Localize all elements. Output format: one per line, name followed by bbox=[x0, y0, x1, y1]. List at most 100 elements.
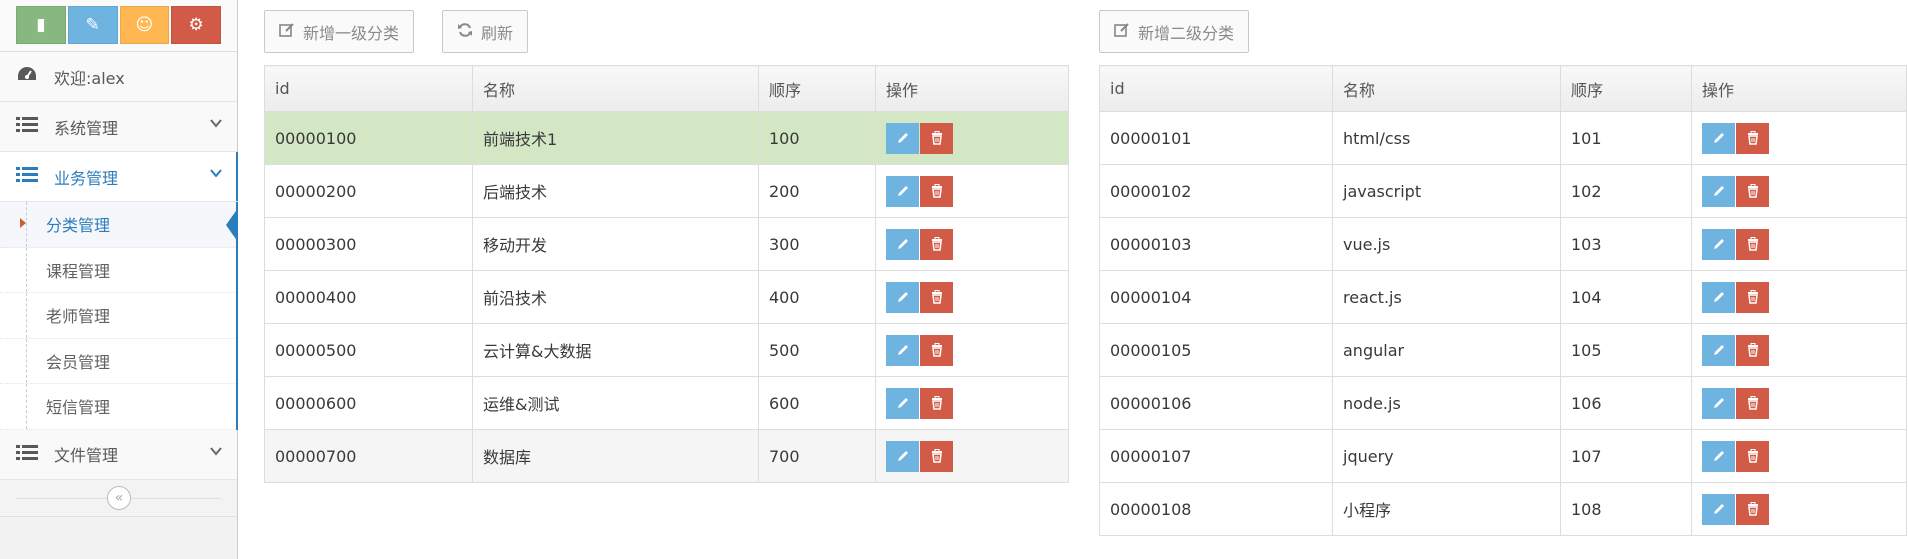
refresh-button[interactable]: 刷新 bbox=[442, 10, 529, 53]
cell-id: 00000105 bbox=[1099, 323, 1333, 377]
sidebar-item-label: 文件管理 bbox=[54, 446, 119, 465]
edit-button[interactable] bbox=[886, 440, 919, 472]
pencil-icon[interactable]: ✎ bbox=[67, 6, 118, 44]
delete-button[interactable] bbox=[920, 175, 953, 207]
delete-button[interactable] bbox=[1736, 440, 1769, 472]
sidebar-item-files[interactable]: 文件管理 bbox=[0, 429, 237, 480]
cell-actions bbox=[1691, 270, 1907, 324]
delete-button[interactable] bbox=[1736, 387, 1769, 419]
delete-button[interactable] bbox=[920, 440, 953, 472]
table-row[interactable]: 00000400 前沿技术 400 bbox=[264, 270, 1069, 324]
table-row[interactable]: 00000106 node.js 106 bbox=[1099, 376, 1907, 430]
submenu-item-sms[interactable]: 短信管理 bbox=[0, 384, 236, 430]
submenu-item-teacher[interactable]: 老师管理 bbox=[0, 293, 236, 339]
table-row[interactable]: 00000102 javascript 102 bbox=[1099, 164, 1907, 218]
table-row[interactable]: 00000108 小程序 108 bbox=[1099, 482, 1907, 536]
cell-order: 200 bbox=[758, 164, 876, 218]
cell-actions bbox=[1691, 482, 1907, 536]
edit-button[interactable] bbox=[1702, 281, 1735, 313]
submenu-item-member[interactable]: 会员管理 bbox=[0, 338, 236, 384]
pencil-icon bbox=[897, 239, 908, 249]
delete-button[interactable] bbox=[1736, 281, 1769, 313]
table-row[interactable]: 00000700 数据库 700 bbox=[264, 429, 1069, 483]
collapse-double-left-icon[interactable]: « bbox=[107, 485, 131, 510]
add-level2-category-button[interactable]: 新增二级分类 bbox=[1099, 10, 1250, 53]
delete-button[interactable] bbox=[920, 228, 953, 260]
edit-button[interactable] bbox=[886, 175, 919, 207]
add-level1-category-button[interactable]: 新增一级分类 bbox=[264, 10, 415, 53]
column-header-id[interactable]: id bbox=[264, 65, 473, 112]
cell-actions bbox=[1691, 111, 1907, 165]
edit-button[interactable] bbox=[1702, 175, 1735, 207]
column-header-order[interactable]: 顺序 bbox=[758, 65, 876, 112]
submenu-item-category[interactable]: 分类管理 bbox=[0, 202, 238, 248]
row-actions bbox=[1702, 175, 1906, 207]
pencil-icon bbox=[1713, 451, 1724, 461]
add-level2-category-label: 新增二级分类 bbox=[1138, 23, 1235, 43]
edit-button[interactable] bbox=[1702, 334, 1735, 366]
row-actions bbox=[1702, 493, 1906, 525]
list-icon bbox=[16, 166, 44, 187]
cell-name: javascript bbox=[1332, 164, 1561, 218]
column-header-id[interactable]: id bbox=[1099, 65, 1333, 112]
delete-button[interactable] bbox=[920, 387, 953, 419]
cell-name: vue.js bbox=[1332, 217, 1561, 271]
cell-name: 云计算&大数据 bbox=[472, 323, 759, 377]
cell-order: 300 bbox=[758, 217, 876, 271]
delete-button[interactable] bbox=[920, 281, 953, 313]
delete-button[interactable] bbox=[920, 122, 953, 154]
column-header-order[interactable]: 顺序 bbox=[1560, 65, 1692, 112]
sidebar-item-system[interactable]: 系统管理 bbox=[0, 102, 237, 152]
cell-name: angular bbox=[1332, 323, 1561, 377]
delete-button[interactable] bbox=[920, 334, 953, 366]
delete-button[interactable] bbox=[1736, 122, 1769, 154]
table-row[interactable]: 00000300 移动开发 300 bbox=[264, 217, 1069, 271]
sidebar-item-business[interactable]: 业务管理 bbox=[0, 152, 238, 202]
table-row[interactable]: 00000104 react.js 104 bbox=[1099, 270, 1907, 324]
table-row[interactable]: 00000107 jquery 107 bbox=[1099, 429, 1907, 483]
pencil-icon bbox=[1713, 504, 1724, 514]
table-row[interactable]: 00000200 后端技术 200 bbox=[264, 164, 1069, 218]
submenu-item-label: 分类管理 bbox=[46, 216, 111, 236]
edit-button[interactable] bbox=[886, 122, 919, 154]
delete-button[interactable] bbox=[1736, 493, 1769, 525]
table-header-row: id 名称 顺序 操作 bbox=[1099, 65, 1907, 112]
delete-button[interactable] bbox=[1736, 228, 1769, 260]
cogs-icon[interactable]: ⚙ bbox=[171, 6, 221, 44]
delete-button[interactable] bbox=[1736, 175, 1769, 207]
signal-icon[interactable]: ▮ bbox=[16, 6, 66, 44]
trash-icon bbox=[1747, 343, 1758, 357]
cell-actions bbox=[1691, 217, 1907, 271]
edit-button[interactable] bbox=[886, 387, 919, 419]
edit-button[interactable] bbox=[1702, 493, 1735, 525]
table-row[interactable]: 00000101 html/css 101 bbox=[1099, 111, 1907, 165]
cell-name: 数据库 bbox=[472, 429, 759, 483]
cell-order: 500 bbox=[758, 323, 876, 377]
edit-button[interactable] bbox=[886, 281, 919, 313]
edit-button[interactable] bbox=[1702, 440, 1735, 472]
sidebar-collapse-bar: « bbox=[0, 479, 237, 517]
table-row[interactable]: 00000500 云计算&大数据 500 bbox=[264, 323, 1069, 377]
edit-button[interactable] bbox=[1702, 122, 1735, 154]
welcome-item[interactable]: 欢迎:alex bbox=[0, 52, 237, 102]
column-header-name[interactable]: 名称 bbox=[472, 65, 759, 112]
chevron-down-icon bbox=[209, 166, 223, 184]
delete-button[interactable] bbox=[1736, 334, 1769, 366]
edit-button[interactable] bbox=[1702, 387, 1735, 419]
column-header-actions: 操作 bbox=[875, 65, 1069, 112]
table-row[interactable]: 00000105 angular 105 bbox=[1099, 323, 1907, 377]
edit-button[interactable] bbox=[1702, 228, 1735, 260]
cell-order: 102 bbox=[1560, 164, 1692, 218]
table-row[interactable]: 00000600 运维&测试 600 bbox=[264, 376, 1069, 430]
submenu-item-course[interactable]: 课程管理 bbox=[0, 247, 236, 293]
cell-actions bbox=[875, 270, 1069, 324]
edit-button[interactable] bbox=[886, 334, 919, 366]
users-icon[interactable]: ☺ bbox=[119, 6, 170, 44]
edit-button[interactable] bbox=[886, 228, 919, 260]
row-actions bbox=[886, 175, 1068, 207]
table-row[interactable]: 00000100 前端技术1 100 bbox=[264, 111, 1069, 165]
row-actions bbox=[886, 387, 1068, 419]
column-header-name[interactable]: 名称 bbox=[1332, 65, 1561, 112]
table-row[interactable]: 00000103 vue.js 103 bbox=[1099, 217, 1907, 271]
business-submenu: 分类管理 课程管理 老师管理 会员管理 短信管理 bbox=[0, 202, 238, 430]
